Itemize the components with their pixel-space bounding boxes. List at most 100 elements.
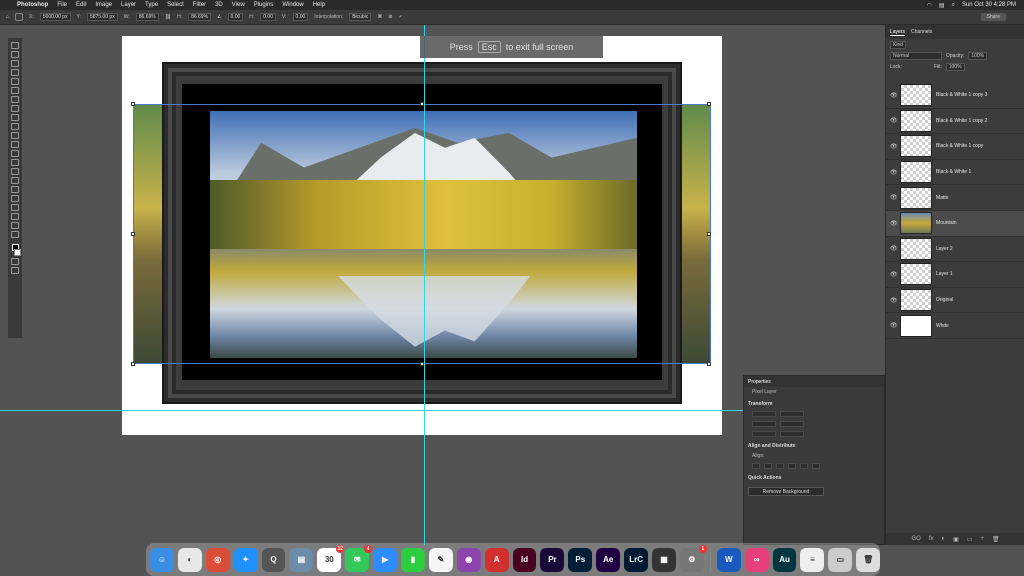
transform-handle[interactable] <box>707 362 711 366</box>
dock-indesign-icon[interactable]: Id <box>512 547 537 572</box>
move-tool-icon[interactable] <box>11 42 19 49</box>
crop-tool-icon[interactable] <box>11 78 19 85</box>
dock-messages-icon[interactable]: ✉ 4 <box>345 544 373 572</box>
clone-stamp-tool-icon[interactable] <box>11 123 19 130</box>
dock-facetime-icon[interactable]: ▮ <box>401 547 425 572</box>
visibility-eye-icon[interactable]: 👁 <box>890 194 898 201</box>
visibility-eye-icon[interactable]: 👁 <box>890 220 898 227</box>
dock-safari-icon[interactable]: ✦ <box>233 547 258 572</box>
commit-icon[interactable]: ✓ <box>399 14 403 20</box>
menu-view[interactable]: View <box>232 2 245 8</box>
visibility-eye-icon[interactable]: 👁 <box>890 143 898 150</box>
home-icon[interactable]: ⌂ <box>6 14 9 20</box>
pen-tool-icon[interactable] <box>11 177 19 184</box>
path-select-tool-icon[interactable] <box>11 195 19 202</box>
angle-field[interactable]: 0.00 <box>227 13 244 21</box>
align-section[interactable]: Align and Distribute <box>744 439 884 451</box>
vskew-field[interactable]: 0.00 <box>292 13 309 21</box>
menu-3d[interactable]: 3D <box>215 2 223 8</box>
dock-chrome-icon[interactable]: ◎ <box>205 547 230 572</box>
layer-row[interactable]: 👁 Black & White 1 copy 3 <box>886 83 1024 109</box>
dock-document-icon[interactable]: ≡ <box>800 547 825 572</box>
frame-tool-icon[interactable] <box>11 87 19 94</box>
kind-filter[interactable]: Kind <box>890 40 907 49</box>
brush-tool-icon[interactable] <box>11 114 19 121</box>
transform-handle[interactable] <box>707 102 711 106</box>
transform-bounding-box[interactable] <box>133 104 711 364</box>
visibility-eye-icon[interactable]: 👁 <box>890 117 898 124</box>
link-icon[interactable]: ⛓ <box>165 14 171 20</box>
transform-fields[interactable] <box>744 409 884 419</box>
dock-finder-icon[interactable]: ☺ <box>150 547 174 572</box>
healing-tool-icon[interactable] <box>11 105 19 112</box>
dock-after-effects-icon[interactable]: Ae <box>596 547 621 572</box>
dock-audition-icon[interactable]: Au <box>772 547 797 572</box>
remove-background-button[interactable]: Remove Background <box>748 487 824 496</box>
share-button[interactable]: Share <box>980 13 1006 21</box>
zoom-tool-icon[interactable] <box>11 222 19 229</box>
layer-row[interactable]: 👁 Layer 2 <box>886 237 1024 263</box>
y-field[interactable]: 5875.00 px <box>86 13 118 21</box>
transform-handle[interactable] <box>131 102 135 106</box>
delete-layer-icon[interactable]: 🗑 <box>992 536 1000 543</box>
screen-mode-icon[interactable] <box>11 267 19 274</box>
transform-handle[interactable] <box>707 232 711 236</box>
eyedropper-tool-icon[interactable] <box>11 96 19 103</box>
blur-tool-icon[interactable] <box>11 159 19 166</box>
dock-lightroom-classic-icon[interactable]: LrC <box>624 547 649 572</box>
visibility-eye-icon[interactable]: 👁 <box>890 245 898 252</box>
opacity-field[interactable]: 100% <box>968 51 988 60</box>
align-buttons[interactable] <box>744 461 884 471</box>
cancel-icon[interactable]: ⊘ <box>388 14 392 20</box>
dock-preview-icon[interactable]: ▤ <box>289 547 314 572</box>
transform-section[interactable]: Transform <box>744 397 884 409</box>
new-layer-icon[interactable]: + <box>980 536 984 542</box>
tab-channels[interactable]: Channels <box>911 29 932 35</box>
quick-mask-icon[interactable] <box>11 258 19 265</box>
dock-calculator-icon[interactable]: ▦ <box>652 547 676 572</box>
transform-fields[interactable] <box>744 429 884 439</box>
blend-mode-select[interactable]: Normal <box>890 51 942 60</box>
menu-file[interactable]: File <box>57 2 67 8</box>
dock-quicktime-icon[interactable]: Q <box>261 547 286 572</box>
link-layers-icon[interactable]: GO <box>911 536 920 542</box>
layer-row[interactable]: 👁 White <box>886 313 1024 339</box>
history-brush-tool-icon[interactable] <box>11 132 19 139</box>
search-icon[interactable]: ⌕ <box>952 2 955 9</box>
lasso-tool-icon[interactable] <box>11 60 19 67</box>
transform-handle[interactable] <box>131 232 135 236</box>
warp-icon[interactable]: ⌘ <box>377 14 382 20</box>
eraser-tool-icon[interactable] <box>11 141 19 148</box>
menu-type[interactable]: Type <box>145 2 158 8</box>
visibility-eye-icon[interactable]: 👁 <box>890 169 898 176</box>
hskew-field[interactable]: 0.00 <box>260 13 276 21</box>
dock-word-icon[interactable]: W <box>716 547 741 572</box>
gradient-tool-icon[interactable] <box>11 150 19 157</box>
menu-edit[interactable]: Edit <box>76 2 86 8</box>
layer-row[interactable]: 👁 Black & White 1 copy <box>886 134 1024 160</box>
dock-system-settings-icon[interactable]: ⚙ 1 <box>679 544 707 572</box>
layer-row[interactable]: 👁 Black & White 1 <box>886 160 1024 186</box>
menu-plugins[interactable]: Plugins <box>254 2 274 8</box>
menu-window[interactable]: Window <box>282 2 303 8</box>
group-icon[interactable]: ▭ <box>967 536 973 543</box>
more-tools-icon[interactable] <box>11 231 19 238</box>
x-field[interactable]: 5000.00 px <box>39 13 71 21</box>
interpolation-select[interactable]: Bicubic <box>349 13 372 21</box>
dock-premiere-icon[interactable]: Pr <box>540 547 565 572</box>
visibility-eye-icon[interactable]: 👁 <box>890 297 898 304</box>
visibility-eye-icon[interactable]: 👁 <box>890 322 898 329</box>
dock-trash-icon[interactable]: 🗑 <box>856 547 881 572</box>
dock-calendar-icon[interactable]: 30 12 <box>317 544 345 572</box>
app-menu[interactable]: Photoshop <box>17 2 48 8</box>
control-center-icon[interactable]: ▤ <box>939 2 945 9</box>
visibility-eye-icon[interactable]: 👁 <box>890 271 898 278</box>
reference-point-icon[interactable] <box>15 13 24 21</box>
quick-actions-section[interactable]: Quick Actions <box>744 471 884 483</box>
quick-select-tool-icon[interactable] <box>11 69 19 76</box>
height-field[interactable]: 86.69% <box>188 13 212 21</box>
layer-row[interactable]: 👁 Black & White 1 copy 2 <box>886 109 1024 135</box>
layer-row[interactable]: 👁 Mountain <box>886 210 1024 237</box>
dock-photoshop-icon[interactable]: Ps <box>568 547 593 572</box>
dock-launchpad-icon[interactable]: ◐ <box>177 547 202 572</box>
